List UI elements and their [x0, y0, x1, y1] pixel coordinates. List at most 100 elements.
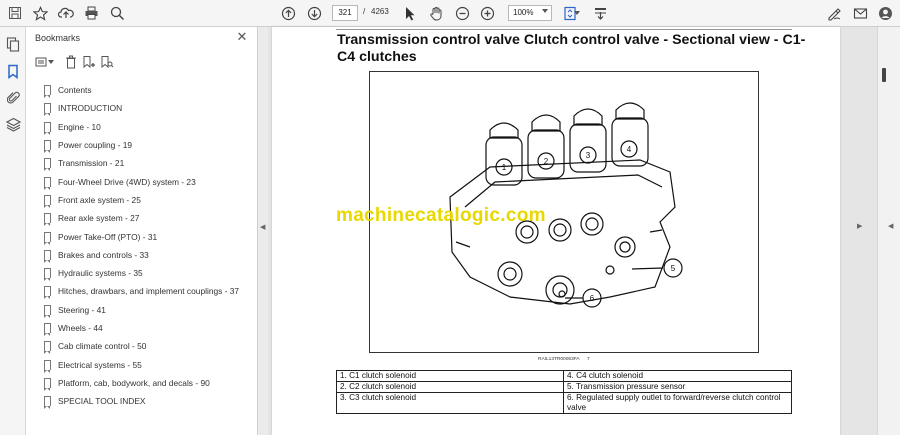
table-row: 2. C2 clutch solenoid 5. Transmission pr… — [336, 381, 792, 393]
bookmark-icon — [44, 268, 51, 282]
bookmark-item[interactable]: Power Take-Off (PTO) - 31 — [44, 227, 254, 245]
bookmark-icon — [44, 103, 51, 117]
bookmark-star-icon[interactable] — [31, 4, 49, 22]
callout-5: 5 — [671, 264, 676, 273]
bookmark-item[interactable]: Hydraulic systems - 35 — [44, 264, 254, 282]
bookmark-item[interactable]: Electrical systems - 55 — [44, 355, 254, 373]
bookmark-item[interactable]: Four-Wheel Drive (4WD) system - 23 — [44, 172, 254, 190]
bookmark-label: Power coupling - 19 — [58, 140, 133, 151]
bookmark-label: Electrical systems - 55 — [58, 359, 142, 370]
bookmark-item[interactable]: Transmission - 21 — [44, 154, 254, 172]
table-row: 1. C1 clutch solenoid 4. C4 clutch solen… — [336, 370, 792, 382]
email-icon[interactable] — [851, 4, 869, 22]
zoom-out-icon[interactable] — [453, 4, 471, 22]
right-rail — [877, 27, 900, 435]
bookmark-item[interactable]: Front axle system - 25 — [44, 191, 254, 209]
find-bookmark-icon[interactable] — [99, 54, 115, 70]
bookmarks-panel: Bookmarks ✕ Contents INTRODUCTION Engine… — [26, 27, 258, 435]
options-chevron-down-icon[interactable] — [47, 54, 55, 70]
bookmark-icon — [44, 286, 51, 300]
bookmark-label: SPECIAL TOOL INDEX — [58, 396, 146, 407]
bookmark-item[interactable]: Platform, cab, bodywork, and decals - 90 — [44, 374, 254, 392]
cloud-upload-icon[interactable] — [57, 4, 75, 22]
pages-thumbnail-icon[interactable] — [4, 35, 22, 53]
bookmark-label: Hitches, drawbars, and implement couplin… — [58, 286, 240, 297]
zoom-level-select[interactable]: 100% — [508, 5, 552, 21]
page-down-icon[interactable] — [305, 4, 323, 22]
bookmark-item[interactable]: INTRODUCTION — [44, 99, 254, 117]
bookmark-icon — [44, 158, 51, 172]
bookmark-icon — [44, 194, 51, 208]
scroll-mode-icon[interactable] — [591, 4, 609, 22]
bookmark-label: Engine - 10 — [58, 121, 101, 132]
bookmark-item[interactable]: Power coupling - 19 — [44, 136, 254, 154]
hand-icon[interactable] — [427, 4, 445, 22]
zoom-search-icon[interactable] — [108, 4, 126, 22]
table-row: 3. C3 clutch solenoid 6. Regulated suppl… — [336, 392, 792, 414]
bookmark-icon — [44, 359, 51, 373]
bookmark-label: Contents — [58, 85, 92, 96]
callout-3: 3 — [586, 151, 591, 160]
cursor-icon[interactable] — [401, 4, 419, 22]
delete-bookmark-icon[interactable] — [63, 54, 79, 70]
table-cell: 6. Regulated supply outlet to forward/re… — [563, 392, 792, 414]
table-cell: 2. C2 clutch solenoid — [336, 381, 564, 393]
bookmark-item[interactable]: Cab climate control - 50 — [44, 337, 254, 355]
bookmark-icon — [44, 121, 51, 135]
layers-icon[interactable] — [4, 115, 22, 133]
bookmark-item[interactable]: Wheels - 44 — [44, 319, 254, 337]
fit-chevron-down-icon[interactable] — [573, 4, 581, 22]
bookmark-icon — [44, 140, 51, 154]
collapse-left-icon[interactable]: ◀ — [260, 223, 265, 231]
expand-right-panel-icon[interactable]: ◀ — [888, 222, 893, 230]
callout-2: 2 — [544, 157, 549, 166]
bookmark-label: Transmission - 21 — [58, 158, 125, 169]
bookmark-item[interactable]: Contents — [44, 81, 254, 99]
bookmark-label: Cab climate control - 50 — [58, 341, 147, 352]
zoom-chevron-down-icon[interactable] — [542, 9, 548, 13]
save-icon[interactable] — [6, 4, 24, 22]
bookmark-item[interactable]: Engine - 10 — [44, 118, 254, 136]
new-bookmark-icon[interactable] — [81, 54, 97, 70]
bookmark-icon — [44, 231, 51, 245]
legend-table: 1. C1 clutch solenoid 4. C4 clutch solen… — [336, 370, 792, 414]
next-page-arrow-icon[interactable]: ▶ — [857, 222, 862, 230]
zoom-in-icon[interactable] — [478, 4, 496, 22]
sign-icon[interactable] — [825, 4, 843, 22]
page-separator: / — [363, 7, 366, 16]
bookmark-list: Contents INTRODUCTION Engine - 10 Power … — [44, 81, 254, 410]
callout-6: 6 — [590, 294, 595, 303]
bookmark-label: Front axle system - 25 — [58, 194, 141, 205]
table-cell: 5. Transmission pressure sensor — [563, 381, 792, 393]
bookmark-item[interactable]: Brakes and controls - 33 — [44, 246, 254, 264]
callout-1: 1 — [502, 163, 507, 172]
top-toolbar: 321 / 4263 100% — [0, 0, 900, 27]
bookmark-icon — [44, 377, 51, 391]
close-icon[interactable]: ✕ — [234, 29, 250, 45]
bookmark-item[interactable]: Hitches, drawbars, and implement couplin… — [44, 282, 254, 300]
bookmark-icon — [44, 323, 51, 336]
account-icon[interactable] — [876, 4, 894, 22]
bookmark-icon — [44, 213, 51, 227]
page-up-icon[interactable] — [279, 4, 297, 22]
panel-title: Bookmarks — [35, 33, 81, 43]
attachment-icon[interactable] — [4, 88, 22, 106]
figure-code: RAIL13TR00063FA — [538, 357, 580, 362]
table-cell: 4. C4 clutch solenoid — [563, 370, 792, 382]
page-heading: Transmission control valve Clutch contro… — [337, 32, 806, 65]
bookmark-label: Brakes and controls - 33 — [58, 249, 149, 260]
panel-splitter[interactable]: ◀ — [258, 27, 268, 435]
bookmark-label: INTRODUCTION — [58, 103, 123, 114]
table-cell: 1. C1 clutch solenoid — [336, 370, 564, 382]
bookmark-icon — [44, 396, 51, 410]
bookmarks-panel-icon[interactable] — [4, 62, 22, 80]
bookmark-item[interactable]: Rear axle system - 27 — [44, 209, 254, 227]
bookmark-item[interactable]: SPECIAL TOOL INDEX — [44, 392, 254, 410]
page-number-input[interactable]: 321 — [332, 5, 358, 21]
print-icon[interactable] — [82, 4, 100, 22]
table-cell: 3. C3 clutch solenoid — [336, 392, 564, 414]
figure-number: 7 — [587, 357, 590, 362]
scrollbar-thumb[interactable] — [882, 68, 886, 82]
bookmark-item[interactable]: Steering - 41 — [44, 301, 254, 319]
bookmark-icon — [44, 85, 51, 99]
